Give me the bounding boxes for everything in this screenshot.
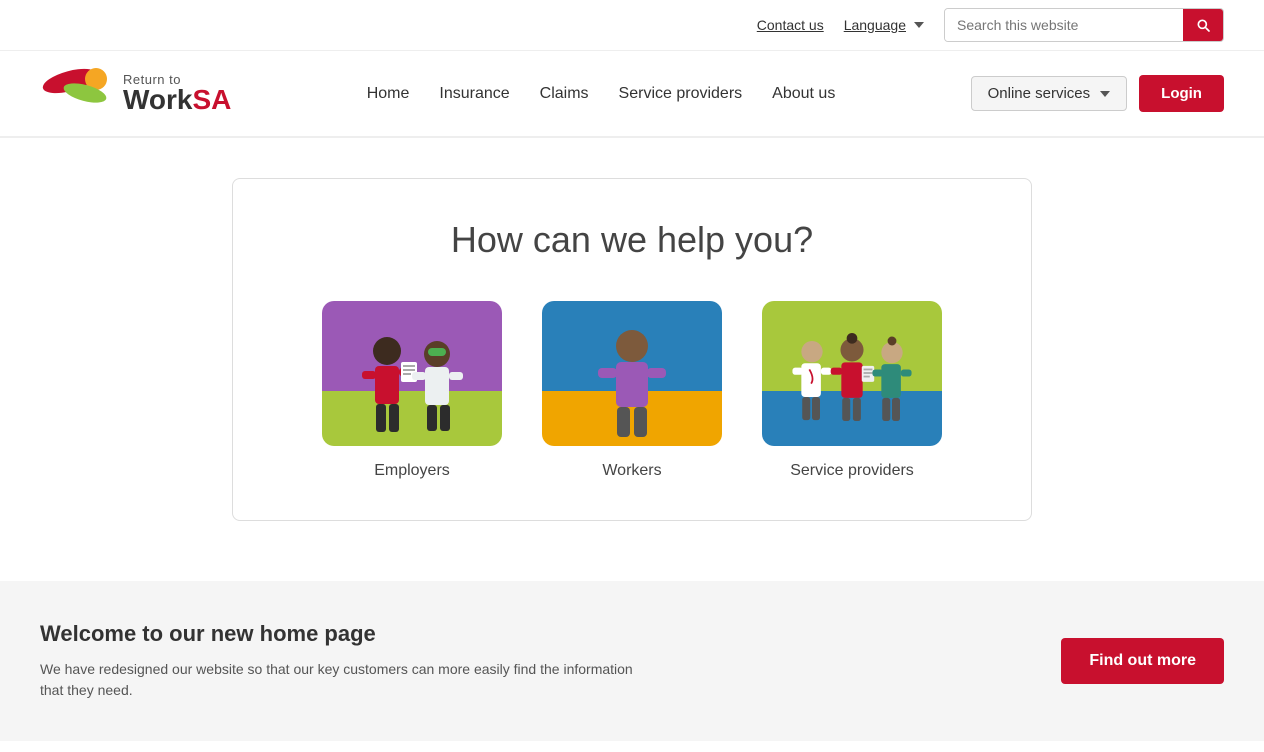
chevron-down-icon (914, 22, 924, 28)
help-section: How can we help you? (232, 178, 1032, 521)
nav-claims[interactable]: Claims (540, 85, 589, 103)
chevron-down-icon (1100, 91, 1110, 97)
logo-text: Return to WorkSA (123, 73, 231, 114)
employers-label: Employers (374, 462, 450, 480)
nav-links: Home Insurance Claims Service providers … (367, 85, 836, 103)
service-providers-card-image (762, 301, 942, 446)
welcome-text: Welcome to our new home page We have red… (40, 621, 640, 701)
search-input[interactable] (945, 9, 1183, 41)
nav-insurance[interactable]: Insurance (439, 85, 509, 103)
main-content: How can we help you? (0, 138, 1264, 541)
logo-shapes (40, 61, 115, 126)
employers-card[interactable]: Employers (322, 301, 502, 480)
service-providers-card[interactable]: Service providers (762, 301, 942, 480)
workers-label: Workers (602, 462, 661, 480)
search-button[interactable] (1183, 9, 1223, 41)
online-services-button[interactable]: Online services (971, 76, 1128, 111)
workers-illustration (552, 316, 712, 446)
nav-about-us[interactable]: About us (772, 85, 835, 103)
help-cards: Employers Workers (273, 301, 991, 480)
service-providers-label: Service providers (790, 462, 914, 480)
search-icon (1195, 17, 1211, 33)
find-out-more-button[interactable]: Find out more (1061, 638, 1224, 684)
header-top-links: Contact us Language (757, 17, 924, 33)
workers-card[interactable]: Workers (542, 301, 722, 480)
welcome-section: Welcome to our new home page We have red… (0, 581, 1264, 741)
workers-card-image (542, 301, 722, 446)
header-nav: Return to WorkSA Home Insurance Claims S… (0, 51, 1264, 138)
logo[interactable]: Return to WorkSA (40, 61, 231, 126)
nav-right: Online services Login (971, 75, 1224, 112)
nav-home[interactable]: Home (367, 85, 410, 103)
employers-card-image (322, 301, 502, 446)
header-top-bar: Contact us Language (0, 0, 1264, 51)
logo-graphic (40, 61, 115, 126)
search-bar (944, 8, 1224, 42)
contact-us-link[interactable]: Contact us (757, 17, 824, 33)
welcome-body: We have redesigned our website so that o… (40, 659, 640, 701)
nav-service-providers[interactable]: Service providers (619, 85, 743, 103)
help-title: How can we help you? (273, 219, 991, 261)
language-button[interactable]: Language (844, 17, 924, 33)
service-providers-illustration (772, 316, 932, 446)
login-button[interactable]: Login (1139, 75, 1224, 112)
employers-illustration (332, 316, 492, 446)
welcome-heading: Welcome to our new home page (40, 621, 640, 647)
